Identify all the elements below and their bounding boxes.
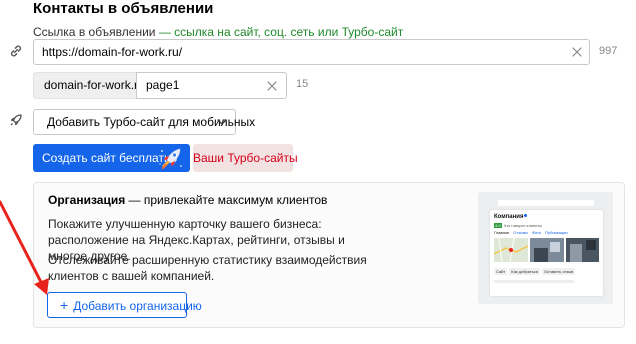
link-icon: [10, 45, 22, 57]
link-field-label-text: Ссылка в объявлении: [33, 25, 156, 39]
plus-icon: +: [60, 297, 69, 313]
organization-title-rest: — привлекайте максимум клиентов: [125, 193, 328, 207]
chevron-down-icon: [217, 119, 227, 125]
close-icon[interactable]: [569, 44, 585, 60]
create-site-button[interactable]: Создать сайт бесплатно: [33, 144, 190, 172]
link-char-counter: 997: [599, 45, 618, 57]
turbo-site-select[interactable]: Добавить Турбо-сайт для мобильных: [33, 109, 255, 135]
path-input[interactable]: page1: [136, 72, 287, 99]
link-url-input[interactable]: https://domain-for-work.ru/: [33, 39, 590, 65]
organization-preview-image: Компания 4.9 Что говорят клиенты Главное О…: [478, 192, 613, 304]
preview-tabs: Главное Отзывы Фото Публикации: [494, 230, 568, 235]
preview-search-bar: [498, 200, 594, 206]
preview-rating: 4.9 Что говорят клиенты: [494, 223, 543, 228]
organization-title: Организация — привлекайте максимум клиен…: [48, 193, 327, 207]
rocket-illustration-icon: [159, 148, 182, 169]
organization-statistics-text: Отслеживайте расширенную статистику взаи…: [48, 253, 367, 283]
path-domain-prefix: domain-for-work.ru/: [33, 72, 148, 99]
path-char-counter: 15: [296, 78, 309, 90]
link-url-value: https://domain-for-work.ru/: [42, 45, 183, 59]
annotation-arrow-icon: [0, 200, 49, 295]
close-icon[interactable]: [264, 78, 280, 94]
my-turbo-sites-button[interactable]: Ваши Турбо-сайты: [193, 144, 298, 172]
preview-photos: [494, 238, 599, 262]
preview-buttons: Сайт Как добраться Оставить отзыв: [494, 268, 576, 275]
rocket-icon: [10, 114, 22, 126]
link-field-hint: — ссылка на сайт, соц. сеть или Турбо-са…: [158, 25, 404, 39]
add-organization-button[interactable]: + Добавить организацию: [47, 292, 202, 318]
link-field-label: Ссылка в объявлении — ссылка на сайт, со…: [33, 25, 403, 40]
preview-company-name: Компания: [494, 214, 528, 220]
preview-placeholder-bar: [494, 280, 574, 283]
add-organization-button-label: Добавить организацию: [73, 299, 202, 313]
path-value: page1: [146, 78, 180, 92]
preview-company-card: Компания 4.9 Что говорят клиенты Главное О…: [490, 210, 603, 296]
section-title: Контакты в объявлении: [33, 0, 214, 17]
